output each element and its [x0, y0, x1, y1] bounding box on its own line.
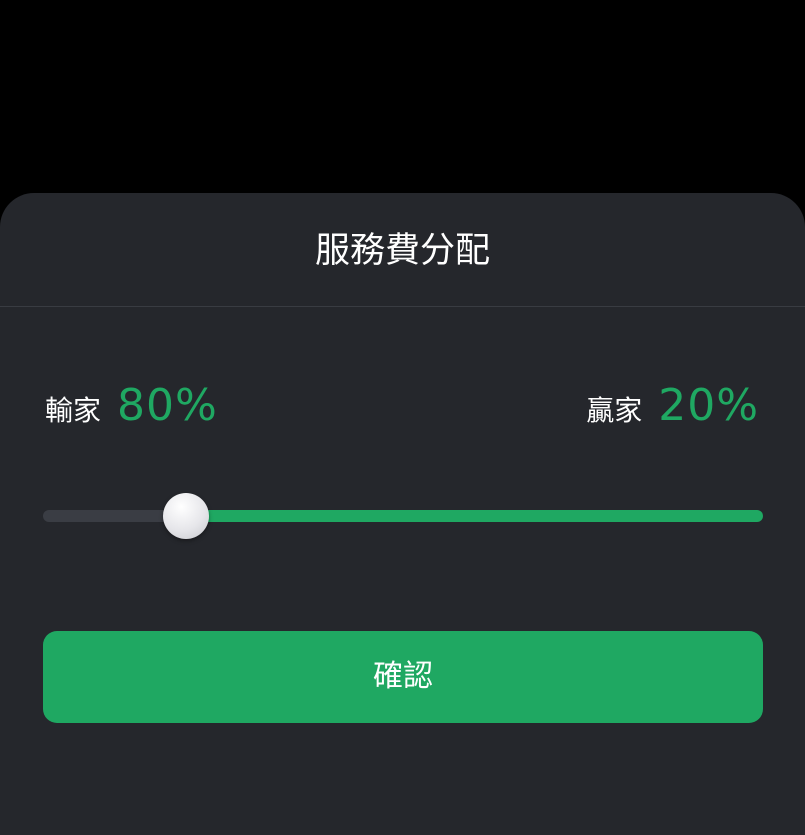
winner-label: 贏家 [586, 394, 643, 427]
service-fee-sheet: 服務費分配 輸家 80% 贏家 20% 確認 [0, 193, 805, 835]
loser-label: 輸家 [45, 394, 102, 427]
loser-percentage: 80% [117, 380, 218, 431]
winner-percentage: 20% [658, 380, 759, 431]
loser-share: 輸家 80% [45, 380, 218, 431]
sheet-title: 服務費分配 [314, 231, 490, 271]
fee-split-slider[interactable] [43, 493, 763, 539]
confirm-button[interactable]: 確認 [43, 631, 763, 723]
title-divider [0, 306, 805, 307]
slider-track-active[interactable] [193, 510, 763, 522]
winner-share: 贏家 20% [586, 380, 759, 431]
slider-thumb[interactable] [163, 493, 209, 539]
